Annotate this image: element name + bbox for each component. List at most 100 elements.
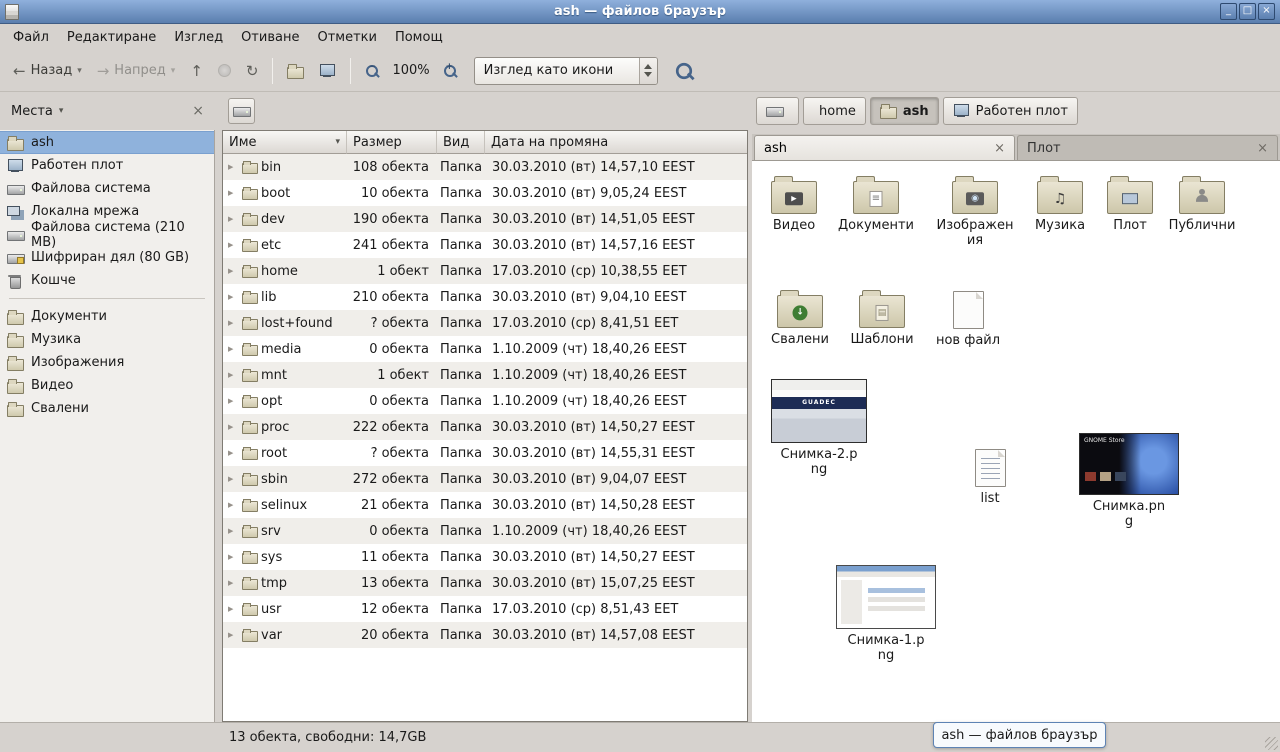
table-row[interactable]: ▶ root ? обекта Папка 30.03.2010 (вт) 14…: [223, 440, 747, 466]
expander-icon[interactable]: ▶: [228, 579, 238, 587]
expander-icon[interactable]: ▶: [228, 605, 238, 613]
table-row[interactable]: ▶ media 0 обекта Папка 1.10.2009 (чт) 18…: [223, 336, 747, 362]
close-button[interactable]: ×: [1258, 3, 1275, 20]
table-row[interactable]: ▶ lost+found ? обекта Папка 17.03.2010 (…: [223, 310, 747, 336]
expander-icon[interactable]: ▶: [228, 553, 238, 561]
zoom-out-button[interactable]: −: [359, 60, 385, 82]
icon-view-item[interactable]: GUADEC Снимка-2.png: [766, 379, 872, 478]
minimize-button[interactable]: _: [1220, 3, 1237, 20]
icon-view-item[interactable]: Плот: [1090, 173, 1170, 234]
menu-item[interactable]: Отметки: [308, 26, 385, 49]
sidebar-item[interactable]: ash: [0, 131, 214, 154]
expander-icon[interactable]: ▶: [228, 267, 238, 275]
stop-button[interactable]: [212, 60, 237, 81]
search-icon[interactable]: [674, 61, 693, 80]
titlebar[interactable]: ash — файлов браузър _ □ ×: [0, 0, 1280, 24]
path-button[interactable]: Работен плот: [943, 97, 1078, 125]
icon-view-item[interactable]: нов файл: [928, 287, 1008, 349]
icon-view-item[interactable]: Видео: [754, 173, 834, 234]
table-row[interactable]: ▶ var 20 обекта Папка 30.03.2010 (вт) 14…: [223, 622, 747, 648]
table-row[interactable]: ▶ selinux 21 обекта Папка 30.03.2010 (вт…: [223, 492, 747, 518]
icon-view-item[interactable]: Публични: [1162, 173, 1242, 234]
sidebar-item[interactable]: Файлова система: [0, 177, 214, 200]
expander-icon[interactable]: ▶: [228, 527, 238, 535]
zoom-in-button[interactable]: +: [437, 60, 463, 82]
pane-splitter[interactable]: [215, 130, 222, 722]
menu-item[interactable]: Файл: [4, 26, 58, 49]
sidebar-item[interactable]: Видео: [0, 374, 214, 397]
forward-button[interactable]: → Напред ▾: [91, 58, 182, 84]
places-dropdown-icon[interactable]: ▾: [59, 106, 64, 116]
places-close-icon[interactable]: ×: [192, 103, 204, 119]
path-button[interactable]: home: [803, 97, 866, 125]
table-row[interactable]: ▶ bin 108 обекта Папка 30.03.2010 (вт) 1…: [223, 154, 747, 180]
back-button[interactable]: ← Назад ▾: [7, 58, 88, 84]
icon-view-item[interactable]: GNOME Store Снимка.png: [1076, 433, 1182, 530]
sidebar-item[interactable]: Музика: [0, 328, 214, 351]
expander-icon[interactable]: ▶: [228, 189, 238, 197]
taskbar-button[interactable]: ash — файлов браузър: [933, 722, 1106, 748]
left-pane-location-button[interactable]: [228, 98, 255, 124]
back-history-dropdown-icon[interactable]: ▾: [77, 66, 82, 76]
table-row[interactable]: ▶ sbin 272 обекта Папка 30.03.2010 (вт) …: [223, 466, 747, 492]
menu-item[interactable]: Изглед: [165, 26, 232, 49]
table-row[interactable]: ▶ home 1 обект Папка 17.03.2010 (ср) 10,…: [223, 258, 747, 284]
expander-icon[interactable]: ▶: [228, 475, 238, 483]
tab-close-icon[interactable]: ×: [1257, 141, 1268, 156]
table-row[interactable]: ▶ srv 0 обекта Папка 1.10.2009 (чт) 18,4…: [223, 518, 747, 544]
icon-view-item[interactable]: Свалени: [760, 287, 840, 348]
table-row[interactable]: ▶ opt 0 обекта Папка 1.10.2009 (чт) 18,4…: [223, 388, 747, 414]
icon-view-item[interactable]: list: [950, 445, 1030, 507]
sidebar-item[interactable]: Кошче: [0, 269, 214, 292]
icon-view-item[interactable]: Документи: [836, 173, 916, 234]
expander-icon[interactable]: ▶: [228, 397, 238, 405]
icon-view-canvas[interactable]: Видео Документи Изображения: [752, 161, 1280, 722]
sidebar-item[interactable]: Изображения: [0, 351, 214, 374]
table-row[interactable]: ▶ dev 190 обекта Папка 30.03.2010 (вт) 1…: [223, 206, 747, 232]
sidebar-item[interactable]: Документи: [0, 305, 214, 328]
column-header[interactable]: Размер: [347, 131, 437, 154]
expander-icon[interactable]: ▶: [228, 215, 238, 223]
column-header[interactable]: Дата на промяна: [485, 131, 747, 154]
expander-icon[interactable]: ▶: [228, 293, 238, 301]
computer-button[interactable]: [313, 60, 342, 82]
reload-button[interactable]: ↻: [240, 58, 265, 84]
column-header[interactable]: Вид: [437, 131, 485, 154]
sidebar-item[interactable]: Шифриран дял (80 GB): [0, 246, 214, 269]
table-row[interactable]: ▶ boot 10 обекта Папка 30.03.2010 (вт) 9…: [223, 180, 747, 206]
expander-icon[interactable]: ▶: [228, 319, 238, 327]
table-row[interactable]: ▶ sys 11 обекта Папка 30.03.2010 (вт) 14…: [223, 544, 747, 570]
expander-icon[interactable]: ▶: [228, 449, 238, 457]
tab[interactable]: ash ×: [754, 135, 1015, 160]
expander-icon[interactable]: ▶: [228, 241, 238, 249]
icon-view-item[interactable]: Музика: [1020, 173, 1100, 234]
tab[interactable]: Плот ×: [1017, 135, 1278, 160]
table-row[interactable]: ▶ usr 12 обекта Папка 17.03.2010 (ср) 8,…: [223, 596, 747, 622]
expander-icon[interactable]: ▶: [228, 501, 238, 509]
sidebar-item[interactable]: Свалени: [0, 397, 214, 420]
table-row[interactable]: ▶ tmp 13 обекта Папка 30.03.2010 (вт) 15…: [223, 570, 747, 596]
menu-item[interactable]: Помощ: [386, 26, 452, 49]
menu-item[interactable]: Редактиране: [58, 26, 165, 49]
maximize-button[interactable]: □: [1239, 3, 1256, 20]
home-button[interactable]: [281, 60, 310, 82]
icon-view-item[interactable]: Изображения: [935, 173, 1015, 249]
expander-icon[interactable]: ▶: [228, 345, 238, 353]
view-mode-spinner[interactable]: [639, 58, 657, 84]
table-row[interactable]: ▶ proc 222 обекта Папка 30.03.2010 (вт) …: [223, 414, 747, 440]
expander-icon[interactable]: ▶: [228, 423, 238, 431]
table-row[interactable]: ▶ etc 241 обекта Папка 30.03.2010 (вт) 1…: [223, 232, 747, 258]
up-button[interactable]: ↑: [184, 58, 209, 84]
sidebar-item[interactable]: Файлова система (210 MB): [0, 223, 214, 246]
sidebar-item[interactable]: Работен плот: [0, 154, 214, 177]
expander-icon[interactable]: ▶: [228, 631, 238, 639]
icon-view-item[interactable]: Шаблони: [842, 287, 922, 348]
places-title[interactable]: Места: [11, 104, 53, 119]
expander-icon[interactable]: ▶: [228, 163, 238, 171]
table-row[interactable]: ▶ lib 210 обекта Папка 30.03.2010 (вт) 9…: [223, 284, 747, 310]
expander-icon[interactable]: ▶: [228, 371, 238, 379]
table-row[interactable]: ▶ mnt 1 обект Папка 1.10.2009 (чт) 18,40…: [223, 362, 747, 388]
menu-item[interactable]: Отиване: [232, 26, 308, 49]
path-button[interactable]: [756, 97, 799, 125]
icon-view-item[interactable]: Снимка-1.png: [833, 565, 939, 664]
